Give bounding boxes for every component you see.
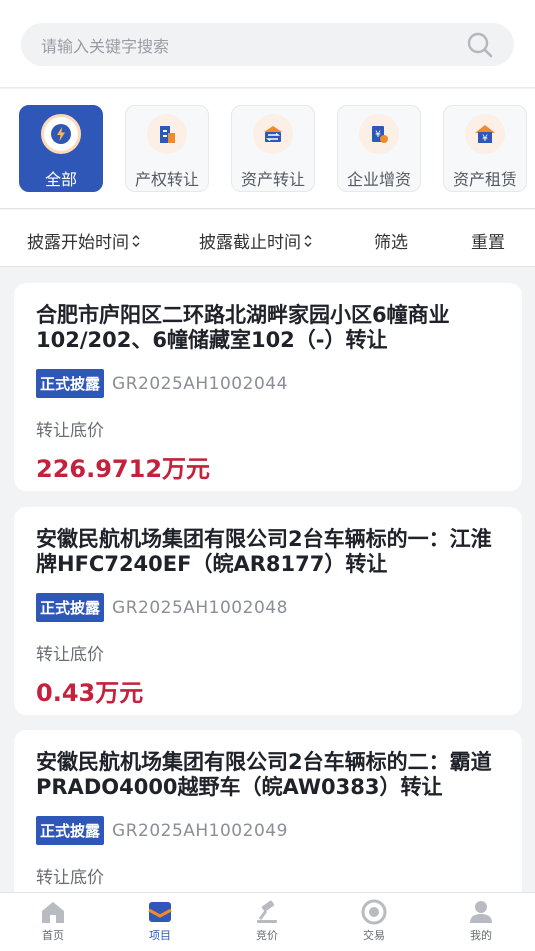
tab-label: 竞价 (256, 929, 278, 942)
price-label: 转让底价 (36, 421, 104, 441)
tab-trade[interactable]: 交易 (334, 899, 414, 943)
search-placeholder: 请输入关键字搜索 (41, 36, 170, 56)
price-value: 0.43万元 (36, 679, 144, 707)
status-badge: 正式披露 (36, 593, 105, 622)
filter-start-time-label: 披露开始时间 (27, 233, 129, 253)
category-label: 资产租赁 (452, 170, 517, 189)
tab-label: 交易 (363, 929, 385, 942)
category-label: 资产转让 (240, 170, 305, 189)
category-property-rights[interactable]: 产权转让 (125, 105, 209, 192)
tab-bidding[interactable]: 竞价 (227, 899, 307, 943)
listing-card[interactable]: 合肥市庐阳区二环路北湖畔家园小区6幢商业102/202、6幢储藏室102（-）转… (14, 283, 522, 491)
filter-bar: 披露开始时间 披露截止时间 筛选 重置 (0, 210, 535, 267)
page: 请输入关键字搜索 全部 产权转让 资产转让 ¥ 企业增资 ¥ 资产租赁 披露开始… (0, 0, 535, 951)
tab-home[interactable]: 首页 (13, 899, 93, 943)
listing-meta: 正式披露 GR2025AH1002048 (36, 593, 500, 622)
search-input[interactable]: 请输入关键字搜索 (21, 23, 514, 66)
transfer-icon (253, 114, 293, 154)
filter-end-time-label: 披露截止时间 (199, 233, 301, 253)
house-yen-icon: ¥ (465, 114, 505, 154)
listing-code: GR2025AH1002044 (112, 373, 288, 394)
category-label: 全部 (44, 170, 77, 189)
filter-start-time[interactable]: 披露开始时间 (27, 228, 140, 253)
price-label: 转让底价 (36, 868, 104, 888)
listing-title: 安徽民航机场集团有限公司2台车辆标的一：江淮牌HFC7240EF（皖AR8177… (36, 527, 492, 576)
search-icon[interactable] (466, 31, 494, 59)
tab-label: 项目 (149, 929, 171, 942)
bottom-tab-bar: 首页 项目 竞价 交易 我的 (0, 892, 535, 951)
search-bar: 请输入关键字搜索 (0, 0, 535, 88)
listing-title: 合肥市庐阳区二环路北湖畔家园小区6幢商业102/202、6幢储藏室102（-）转… (36, 303, 450, 352)
project-icon (148, 902, 172, 922)
listing-card[interactable]: 安徽民航机场集团有限公司2台车辆标的一：江淮牌HFC7240EF（皖AR8177… (14, 507, 522, 715)
svg-text:¥: ¥ (482, 134, 488, 144)
price-label: 转让底价 (36, 645, 104, 665)
tab-label: 首页 (42, 929, 64, 942)
category-asset-lease[interactable]: ¥ 资产租赁 (443, 105, 527, 192)
capital-increase-icon: ¥ (359, 114, 399, 154)
tab-project[interactable]: 项目 (120, 899, 200, 943)
category-all[interactable]: 全部 (19, 105, 103, 192)
listing-code: GR2025AH1002048 (112, 597, 288, 618)
lightning-icon (41, 114, 81, 154)
reset-label: 重置 (471, 233, 505, 253)
category-capital-increase[interactable]: ¥ 企业增资 (337, 105, 421, 192)
status-badge: 正式披露 (36, 816, 105, 845)
filter-end-time[interactable]: 披露截止时间 (199, 228, 312, 253)
category-label: 产权转让 (134, 170, 199, 189)
trade-icon (361, 899, 387, 925)
listing-meta: 正式披露 GR2025AH1002044 (36, 369, 500, 398)
filter-button[interactable]: 筛选 (374, 228, 408, 253)
home-icon (42, 902, 64, 923)
price-value: 226.9712万元 (36, 455, 211, 483)
filter-label: 筛选 (374, 233, 408, 253)
status-badge: 正式披露 (36, 369, 105, 398)
listing-code: GR2025AH1002049 (112, 820, 288, 841)
gavel-icon (257, 900, 277, 923)
category-asset-transfer[interactable]: 资产转让 (231, 105, 315, 192)
building-icon (147, 114, 187, 154)
listing-meta: 正式披露 GR2025AH1002049 (36, 816, 500, 845)
tab-label: 我的 (470, 929, 492, 942)
category-label: 企业增资 (346, 170, 411, 189)
sort-icon (132, 234, 140, 247)
tab-mine[interactable]: 我的 (441, 899, 521, 943)
user-icon (470, 901, 492, 923)
category-row: 全部 产权转让 资产转让 ¥ 企业增资 ¥ 资产租赁 (0, 89, 535, 209)
reset-button[interactable]: 重置 (471, 228, 505, 253)
listing-title: 安徽民航机场集团有限公司2台车辆标的二：霸道PRADO4000越野车（皖AW03… (36, 750, 492, 799)
sort-icon (304, 234, 312, 247)
